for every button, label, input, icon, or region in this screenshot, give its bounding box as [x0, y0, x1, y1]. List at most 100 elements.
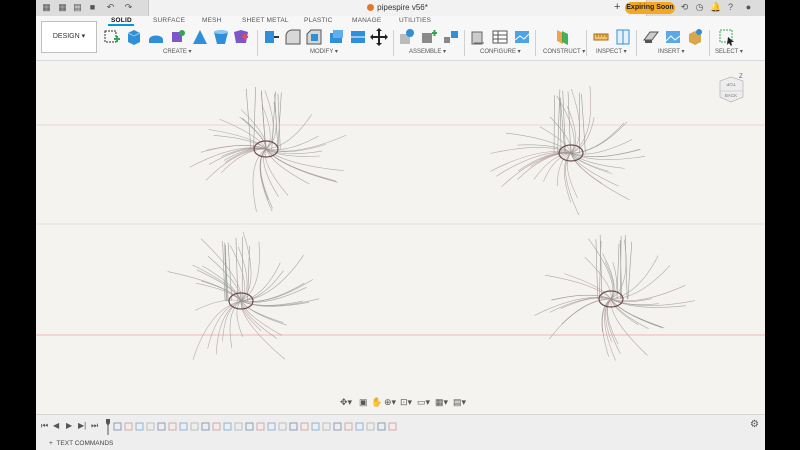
move-copy-icon[interactable] [370, 28, 388, 46]
configure-design-icon[interactable] [469, 28, 487, 46]
timeline-settings-icon[interactable]: ⚙ [750, 419, 759, 430]
shell-modify-icon[interactable] [327, 28, 345, 46]
workspace-switcher[interactable]: DESIGN ▾ [41, 21, 97, 53]
measure-icon[interactable] [592, 28, 610, 46]
go-to-start-icon[interactable]: ⏮ [41, 421, 48, 431]
timeline-feature[interactable] [300, 422, 309, 431]
job-status-icon[interactable]: ◷ [695, 3, 704, 12]
new-tab-icon[interactable]: + [614, 1, 620, 13]
new-component-icon[interactable] [398, 28, 416, 46]
fit-icon[interactable]: ⊡▾ [400, 397, 412, 408]
timeline-feature[interactable] [388, 422, 397, 431]
notifications-icon[interactable]: 🔔 [710, 3, 721, 12]
step-back-icon[interactable]: ◀ [53, 421, 59, 430]
step-forward-icon[interactable]: ▶| [78, 421, 86, 430]
press-pull-icon[interactable] [262, 28, 280, 46]
modify-menu[interactable]: MODIFY ▾ [310, 48, 338, 55]
redo-icon[interactable]: ↷ [124, 3, 133, 12]
undo-icon[interactable]: ↶ [106, 3, 115, 12]
sweep-icon[interactable] [169, 28, 187, 46]
create-sketch-icon[interactable] [103, 28, 121, 46]
configure-menu[interactable]: CONFIGURE ▾ [480, 48, 521, 55]
pan-icon[interactable]: ✋ [371, 397, 382, 408]
create-menu[interactable]: CREATE ▾ [163, 48, 192, 55]
look-at-icon[interactable]: ▣ [359, 397, 368, 408]
timeline-feature[interactable] [366, 422, 375, 431]
grid-apps-icon[interactable]: ▦ [58, 3, 67, 12]
timeline-feature[interactable] [311, 422, 320, 431]
shell-icon[interactable] [232, 28, 250, 46]
file-menu-icon[interactable]: ▤ [73, 3, 82, 12]
orbit-icon[interactable]: ✥▾ [340, 397, 352, 408]
fillet-icon[interactable] [284, 28, 302, 46]
canvas-viewport[interactable] [36, 61, 765, 413]
timeline-feature[interactable] [289, 422, 298, 431]
timeline-feature[interactable] [124, 422, 133, 431]
timeline-feature[interactable] [201, 422, 210, 431]
timeline-feature[interactable] [113, 422, 122, 431]
insert-menu[interactable]: INSERT ▾ [658, 48, 684, 55]
as-built-joint-icon[interactable] [442, 28, 460, 46]
timeline-feature[interactable] [157, 422, 166, 431]
viewcube-top-face[interactable]: TOP [726, 82, 735, 87]
timeline-feature[interactable] [256, 422, 265, 431]
offset-plane-icon[interactable] [553, 28, 571, 46]
extensions-icon[interactable]: ⟲ [680, 3, 689, 12]
timeline-feature[interactable] [355, 422, 364, 431]
section-analysis-icon[interactable] [614, 28, 632, 46]
revolve-icon[interactable] [147, 28, 165, 46]
timeline-feature[interactable] [135, 422, 144, 431]
assemble-menu[interactable]: ASSEMBLE ▾ [409, 48, 446, 55]
pipe-spire-body[interactable] [167, 231, 320, 360]
timeline-feature[interactable] [322, 422, 331, 431]
insert-mcmaster-icon[interactable] [686, 28, 704, 46]
chamfer-icon[interactable] [305, 28, 323, 46]
grid-settings-icon[interactable]: ▦▾ [435, 397, 448, 408]
joint-icon[interactable] [420, 28, 438, 46]
tab-utilities[interactable]: UTILITIES [399, 17, 431, 24]
help-icon[interactable]: ? [726, 3, 735, 12]
timeline-feature[interactable] [267, 422, 276, 431]
save-icon[interactable]: ■ [88, 3, 97, 12]
timeline-feature[interactable] [344, 422, 353, 431]
insert-canvas-icon[interactable] [664, 28, 682, 46]
pipe-spire-body[interactable] [534, 234, 696, 361]
text-commands-label[interactable]: TEXT COMMANDS [56, 440, 113, 447]
select-menu[interactable]: SELECT ▾ [715, 48, 743, 55]
timeline-feature[interactable] [168, 422, 177, 431]
combine-icon[interactable] [349, 28, 367, 46]
display-settings-icon[interactable]: ▭▾ [417, 397, 430, 408]
viewcube[interactable]: Z X TOP BACK [719, 73, 745, 107]
timeline-feature[interactable] [190, 422, 199, 431]
timeline-feature[interactable] [245, 422, 254, 431]
timeline-feature[interactable] [223, 422, 232, 431]
viewports-icon[interactable]: ▤▾ [453, 397, 466, 408]
expiring-soon-badge[interactable]: Expiring Soon [625, 2, 675, 14]
timeline-feature[interactable] [333, 422, 342, 431]
tab-solid[interactable]: SOLID [111, 17, 132, 24]
document-tab[interactable]: pipespire v56* ✕ [148, 0, 647, 16]
pipe-spire-body[interactable] [189, 87, 347, 212]
expand-icon[interactable]: + [49, 440, 53, 447]
loft-icon[interactable] [191, 28, 209, 46]
hole-icon[interactable] [212, 28, 230, 46]
tab-mesh[interactable]: MESH [202, 17, 222, 24]
timeline-feature[interactable] [212, 422, 221, 431]
tab-surface[interactable]: SURFACE [153, 17, 185, 24]
user-avatar-icon[interactable]: ● [744, 3, 753, 12]
configuration-table-icon[interactable] [491, 28, 509, 46]
tab-sheet-metal[interactable]: SHEET METAL [242, 17, 289, 24]
timeline-feature[interactable] [234, 422, 243, 431]
select-window-icon[interactable] [718, 28, 736, 46]
timeline-features[interactable] [104, 417, 424, 437]
extrude-icon[interactable] [125, 28, 143, 46]
insert-derive-icon[interactable] [642, 28, 660, 46]
go-to-end-icon[interactable]: ⏭ [91, 421, 98, 431]
timeline-feature[interactable] [179, 422, 188, 431]
timeline-feature[interactable] [278, 422, 287, 431]
construct-menu[interactable]: CONSTRUCT ▾ [543, 48, 585, 55]
tab-manage[interactable]: MANAGE [352, 17, 381, 24]
configure-theme-icon[interactable] [513, 28, 531, 46]
timeline-feature[interactable] [377, 422, 386, 431]
inspect-menu[interactable]: INSPECT ▾ [596, 48, 627, 55]
